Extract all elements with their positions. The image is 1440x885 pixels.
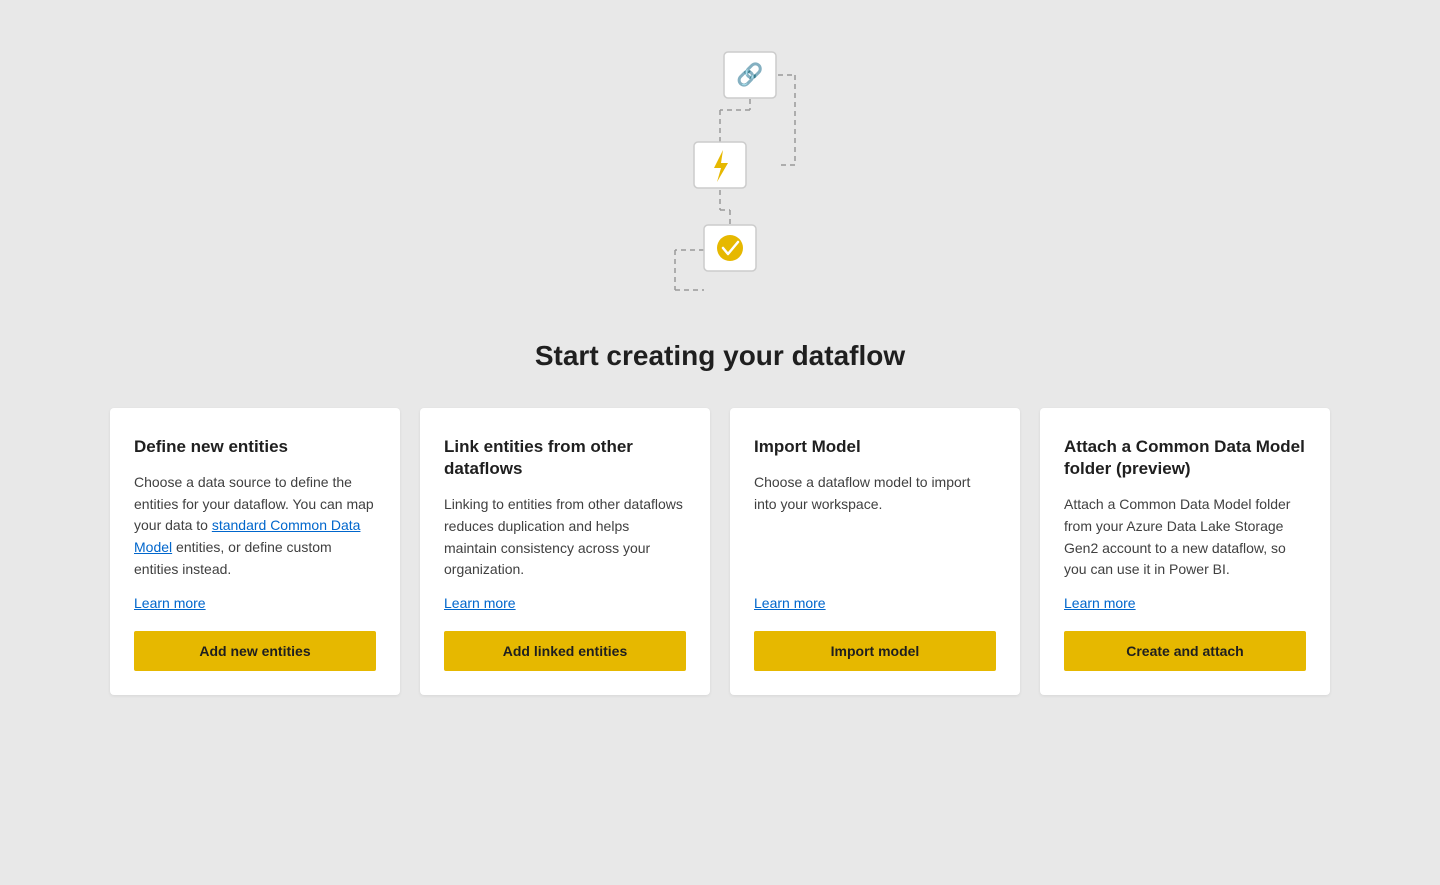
page-container: 🔗 Start creating your dataflow Define ne… (0, 0, 1440, 885)
learn-more-attach[interactable]: Learn more (1064, 595, 1306, 611)
svg-text:🔗: 🔗 (736, 61, 763, 88)
card-title-define: Define new entities (134, 436, 376, 458)
standard-cdm-link[interactable]: standard Common Data Model (134, 517, 360, 555)
learn-more-import[interactable]: Learn more (754, 595, 996, 611)
page-title: Start creating your dataflow (535, 340, 905, 372)
create-and-attach-button[interactable]: Create and attach (1064, 631, 1306, 671)
card-attach-cdm: Attach a Common Data Model folder (previ… (1040, 408, 1330, 695)
card-body-import: Choose a dataflow model to import into y… (754, 472, 996, 581)
card-body-link: Linking to entities from other dataflows… (444, 494, 686, 581)
card-define-new-entities: Define new entities Choose a data source… (110, 408, 400, 695)
card-import-model: Import Model Choose a dataflow model to … (730, 408, 1020, 695)
learn-more-link[interactable]: Learn more (444, 595, 686, 611)
card-title-attach: Attach a Common Data Model folder (previ… (1064, 436, 1306, 480)
add-linked-entities-button[interactable]: Add linked entities (444, 631, 686, 671)
add-new-entities-button[interactable]: Add new entities (134, 631, 376, 671)
card-title-import: Import Model (754, 436, 996, 458)
learn-more-define[interactable]: Learn more (134, 595, 376, 611)
dataflow-illustration: 🔗 (620, 20, 820, 320)
card-body-define: Choose a data source to define the entit… (134, 472, 376, 581)
card-link-entities: Link entities from other dataflows Linki… (420, 408, 710, 695)
card-title-link: Link entities from other dataflows (444, 436, 686, 480)
import-model-button[interactable]: Import model (754, 631, 996, 671)
card-body-attach: Attach a Common Data Model folder from y… (1064, 494, 1306, 581)
cards-row: Define new entities Choose a data source… (100, 408, 1340, 695)
